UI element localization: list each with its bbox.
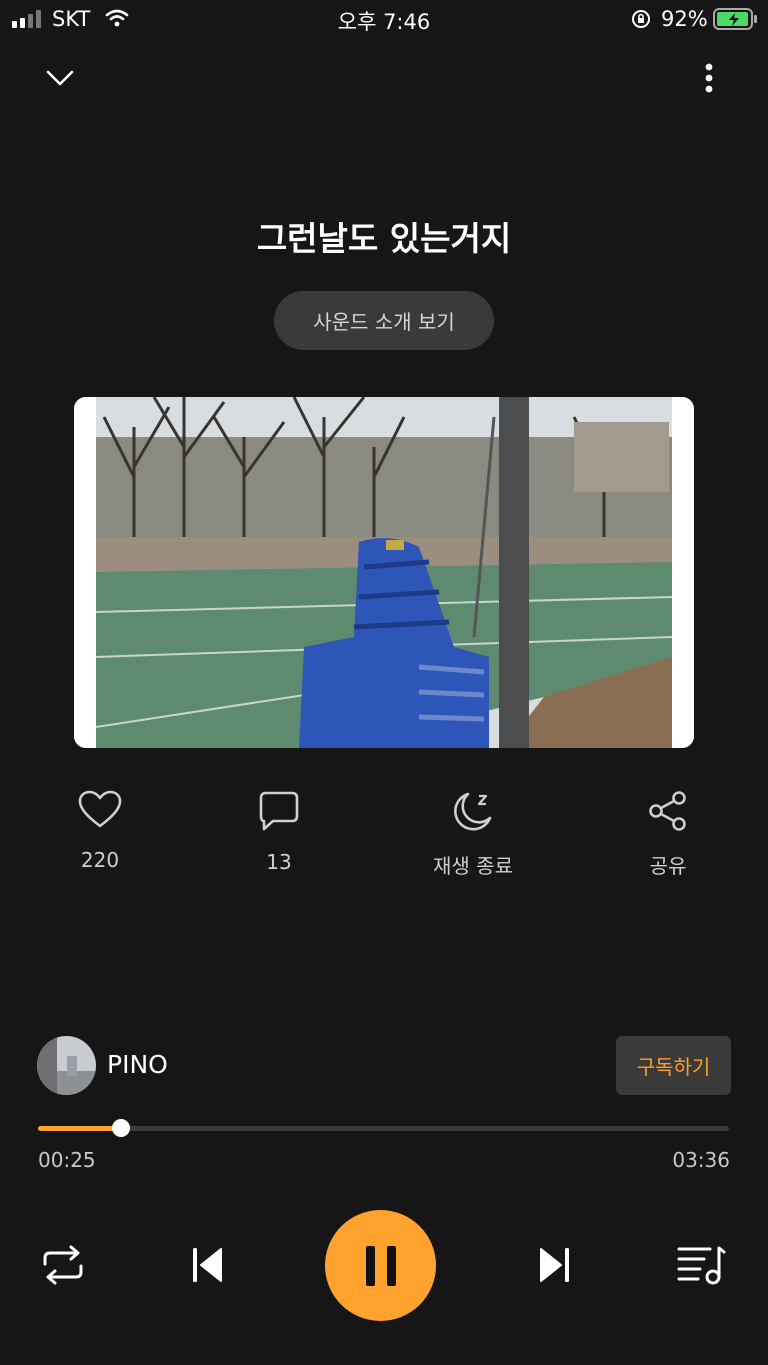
subscribe-button[interactable]: 구독하기: [616, 1036, 731, 1095]
artist-name[interactable]: PINO: [107, 1050, 168, 1079]
current-time: 00:25: [38, 1148, 96, 1172]
like-count: 220: [80, 848, 120, 872]
skip-previous-icon: [193, 1248, 222, 1282]
battery-percent: 92%: [661, 7, 708, 31]
skip-next-icon: [540, 1248, 569, 1282]
avatar[interactable]: [37, 1036, 96, 1095]
progress-fill: [38, 1126, 121, 1131]
previous-button[interactable]: [182, 1240, 232, 1290]
moon-icon: [454, 792, 492, 831]
sound-intro-button[interactable]: 사운드 소개 보기: [274, 291, 494, 350]
playlist-button[interactable]: [674, 1240, 728, 1290]
share-label: 공유: [649, 854, 687, 878]
orientation-lock-icon: [632, 10, 650, 28]
sleep-timer-action[interactable]: 재생 종료: [398, 790, 548, 879]
share-action[interactable]: 공유: [593, 790, 743, 879]
chevron-down-icon: [46, 70, 74, 86]
track-title: 그런날도 있는거지: [256, 219, 512, 258]
pause-icon: [365, 1245, 396, 1286]
clock: 오후 7:46: [337, 10, 431, 34]
repeat-icon: [43, 1245, 83, 1285]
duration: 03:36: [672, 1148, 730, 1172]
status-bar: SKT 오후 7:46 92%: [0, 0, 768, 40]
collapse-button[interactable]: [40, 60, 80, 96]
like-action[interactable]: 220: [25, 790, 175, 872]
repeat-button[interactable]: [38, 1240, 88, 1290]
pause-button[interactable]: [325, 1210, 436, 1321]
share-icon: [649, 791, 686, 831]
comment-icon: [259, 791, 299, 831]
next-button[interactable]: [530, 1240, 580, 1290]
sleep-timer-label: 재생 종료: [433, 854, 513, 878]
heart-icon: [78, 790, 122, 828]
progress-knob[interactable]: [112, 1119, 130, 1137]
progress-track[interactable]: [38, 1126, 729, 1131]
playlist-icon: [677, 1246, 726, 1285]
album-art: [74, 397, 694, 748]
comment-action[interactable]: 13: [204, 790, 354, 874]
more-vertical-icon: [705, 63, 713, 93]
comment-count: 13: [266, 850, 292, 874]
battery-icon: [713, 8, 757, 30]
more-button[interactable]: [690, 58, 728, 98]
